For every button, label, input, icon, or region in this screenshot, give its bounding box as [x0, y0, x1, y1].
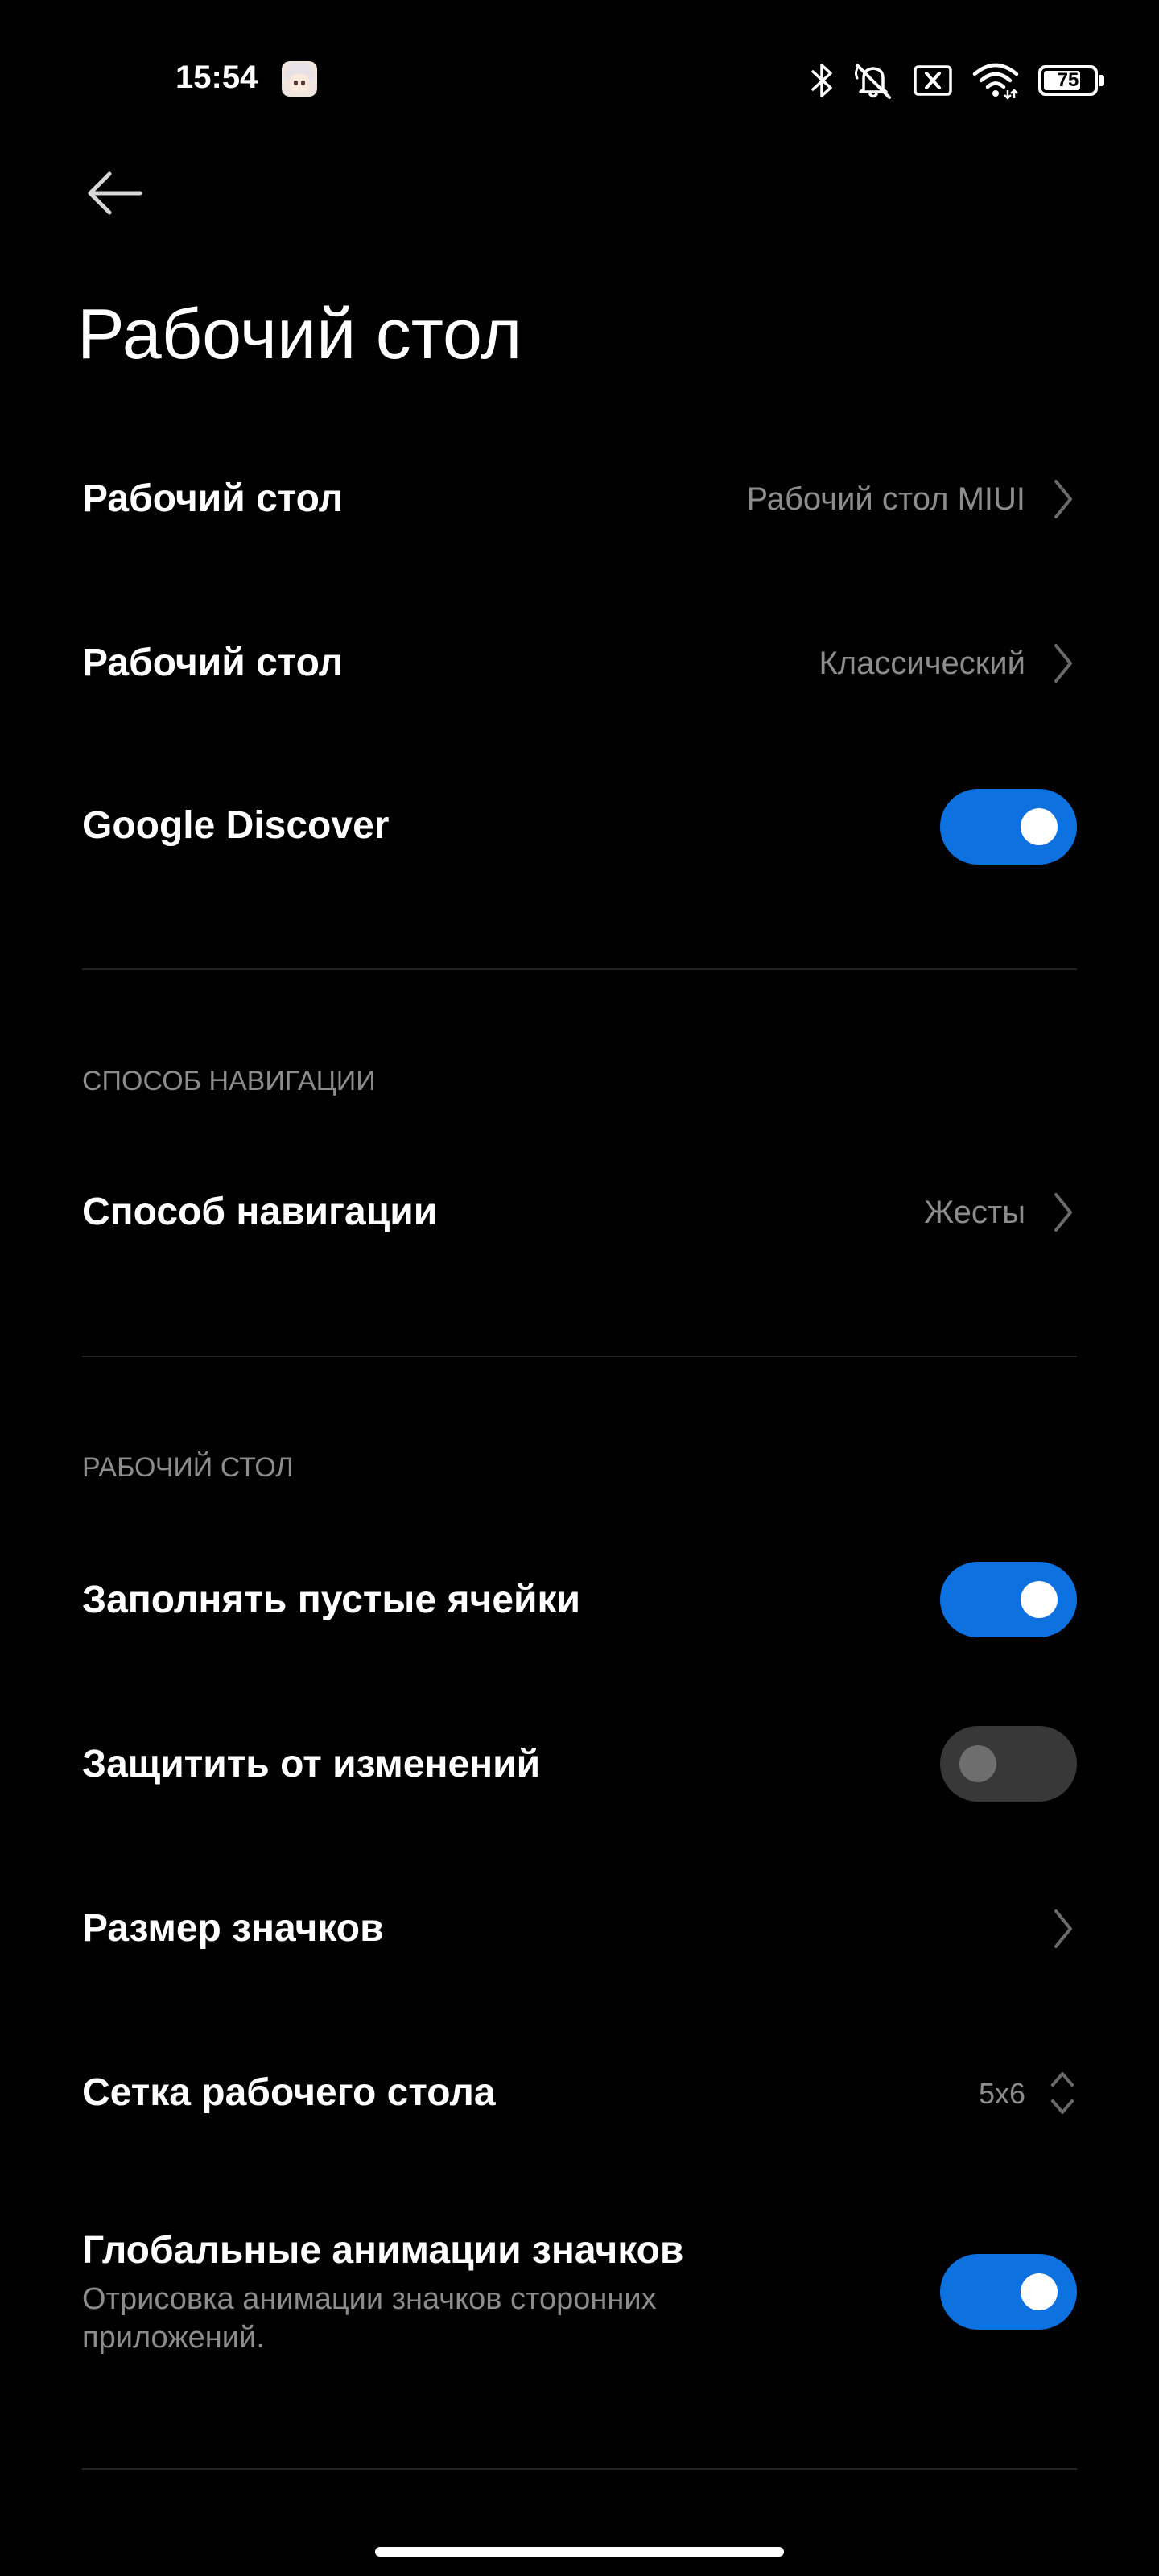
setting-value: 5x6	[978, 2077, 1025, 2110]
setting-icon-size[interactable]: Размер значков	[0, 1864, 1159, 1993]
google-discover-toggle[interactable]	[940, 789, 1077, 865]
setting-fill-empty-cells: Заполнять пустые ячейки	[0, 1536, 1159, 1665]
setting-label: Размер значков	[82, 1907, 384, 1950]
setting-value: Классический	[819, 646, 1025, 681]
setting-desktop-grid[interactable]: Сетка рабочего стола 5x6	[0, 2029, 1159, 2157]
fill-empty-cells-toggle[interactable]	[940, 1562, 1077, 1637]
setting-global-icon-animations: Глобальные анимации значков Отрисовка ан…	[0, 2199, 1159, 2392]
setting-lock-layout: Защитить от изменений	[0, 1700, 1159, 1829]
setting-label: Защитить от изменений	[82, 1743, 541, 1785]
chevron-up-down-icon	[1051, 2072, 1074, 2114]
status-bar: 15:54 75	[0, 0, 1159, 161]
setting-navigation-method[interactable]: Способ навигации Жесты	[0, 1148, 1159, 1277]
divider	[82, 968, 1077, 970]
bluetooth-icon	[810, 60, 834, 101]
setting-desktop-type[interactable]: Рабочий стол Рабочий стол MIUI	[0, 435, 1159, 564]
global-animations-toggle[interactable]	[940, 2254, 1077, 2330]
status-icons: 75	[810, 58, 1106, 103]
setting-label: Заполнять пустые ячейки	[82, 1579, 581, 1621]
page-title: Рабочий стол	[77, 294, 522, 374]
setting-label: Рабочий стол	[82, 477, 344, 520]
setting-value: Рабочий стол MIUI	[746, 481, 1025, 517]
battery-icon: 75	[1038, 65, 1106, 96]
sim-x-icon	[913, 63, 953, 98]
home-indicator[interactable]	[375, 2547, 784, 2557]
setting-label: Сетка рабочего стола	[82, 2071, 496, 2114]
status-time: 15:54	[175, 60, 258, 95]
setting-label: Google Discover	[82, 804, 390, 847]
setting-value: Жесты	[924, 1195, 1025, 1230]
chevron-right-icon	[1054, 480, 1072, 518]
divider	[82, 1356, 1077, 1357]
setting-desktop-mode[interactable]: Рабочий стол Классический	[0, 599, 1159, 728]
battery-level: 75	[1057, 69, 1079, 91]
back-button[interactable]	[77, 158, 151, 232]
setting-description: Отрисовка анимации значков сторонних при…	[82, 2282, 657, 2355]
wifi-icon	[972, 61, 1019, 100]
setting-label: Глобальные анимации значков	[82, 2229, 684, 2272]
app-notification-icon	[282, 61, 317, 97]
arrow-left-icon	[85, 171, 143, 220]
chevron-right-icon	[1054, 644, 1072, 683]
divider	[82, 2468, 1077, 2470]
setting-google-discover: Google Discover	[0, 762, 1159, 890]
section-header-desktop: РАБОЧИЙ СТОЛ	[82, 1452, 294, 1483]
setting-label: Способ навигации	[82, 1191, 438, 1233]
mute-icon	[853, 60, 893, 101]
chevron-right-icon	[1054, 1909, 1072, 1948]
lock-layout-toggle[interactable]	[940, 1726, 1077, 1802]
section-header-navigation: СПОСОБ НАВИГАЦИИ	[82, 1066, 376, 1096]
setting-label: Рабочий стол	[82, 642, 344, 684]
chevron-right-icon	[1054, 1193, 1072, 1232]
